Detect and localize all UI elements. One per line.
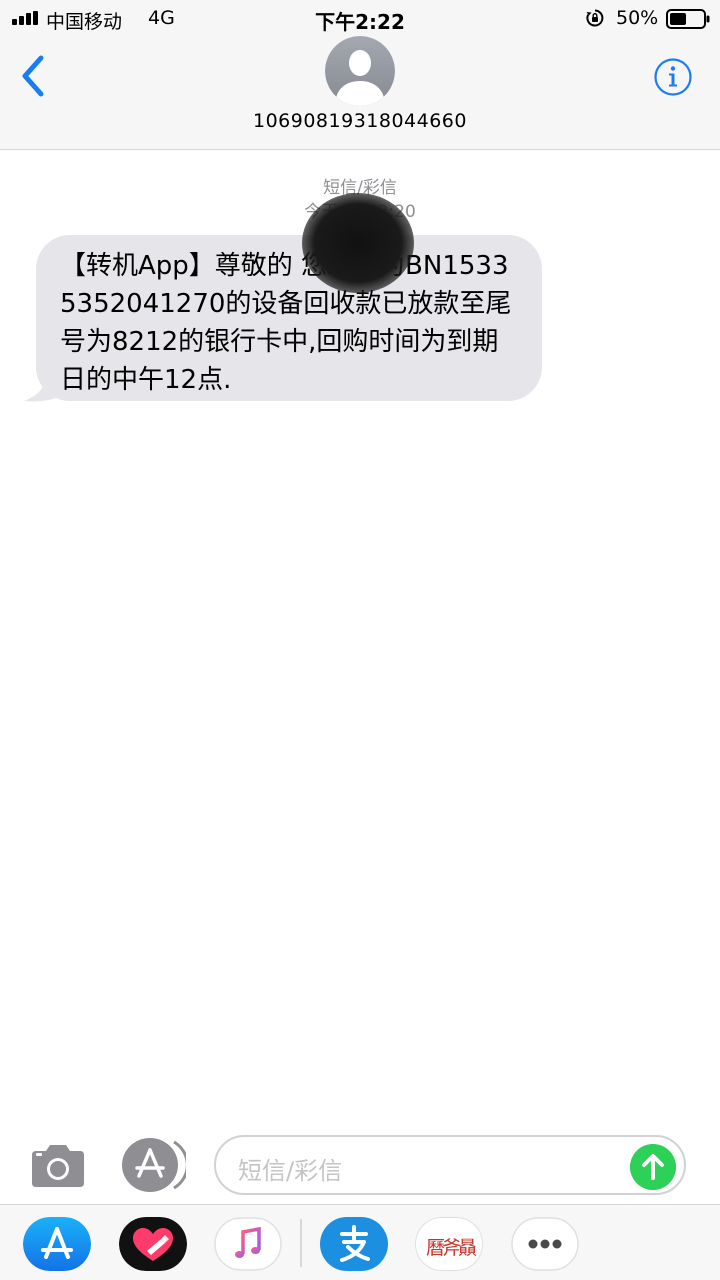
- info-icon: [654, 58, 692, 96]
- app-store-app[interactable]: [23, 1217, 91, 1271]
- rotation-lock-icon: [586, 9, 604, 27]
- contact-avatar[interactable]: [325, 36, 395, 106]
- alipay-app[interactable]: [320, 1217, 388, 1271]
- incoming-message[interactable]: 【转机App】尊敬的 您编号为BN15335352041270的设备回收款已放款…: [24, 233, 544, 403]
- camera-button[interactable]: [28, 1141, 88, 1191]
- chevron-left-icon: [22, 55, 44, 97]
- drawer-divider: [300, 1219, 302, 1267]
- back-button[interactable]: [14, 54, 54, 98]
- alipay-icon: [340, 1225, 370, 1262]
- input-placeholder: 短信/彩信: [238, 1157, 343, 1185]
- message-text: 【转机App】尊敬的 您编号为BN15335352041270的设备回收款已放款…: [60, 251, 512, 395]
- message-bubble: 【转机App】尊敬的 您编号为BN15335352041270的设备回收款已放款…: [36, 235, 542, 401]
- more-apps-button[interactable]: [511, 1217, 579, 1271]
- music-app[interactable]: [214, 1217, 282, 1271]
- conversation-header: 10690819318044660: [0, 36, 720, 150]
- digital-touch-app[interactable]: [119, 1217, 187, 1271]
- app-store-icon: [122, 1138, 186, 1192]
- app-drawer: 曆斧贔: [0, 1204, 720, 1280]
- message-input[interactable]: 短信/彩信: [214, 1135, 686, 1195]
- redaction-scribble: [302, 193, 414, 293]
- more-dots-icon: [528, 1239, 562, 1249]
- battery-icon: [666, 9, 710, 29]
- messages-screen: 中国移动 4G 下午2:22 50% 10690819318044660 短信/…: [0, 0, 720, 1280]
- status-time: 下午2:22: [315, 10, 405, 34]
- red-seal-icon: 曆斧贔: [425, 1237, 477, 1259]
- battery-percent: 50%: [616, 7, 659, 29]
- apps-button[interactable]: [120, 1136, 186, 1194]
- status-bar: 中国移动 4G 下午2:22 50%: [0, 0, 720, 36]
- camera-icon: [32, 1145, 84, 1187]
- seal-app[interactable]: 曆斧贔: [415, 1217, 483, 1271]
- info-button[interactable]: [653, 57, 693, 97]
- send-button[interactable]: [630, 1144, 676, 1190]
- contact-name[interactable]: 10690819318044660: [0, 110, 720, 132]
